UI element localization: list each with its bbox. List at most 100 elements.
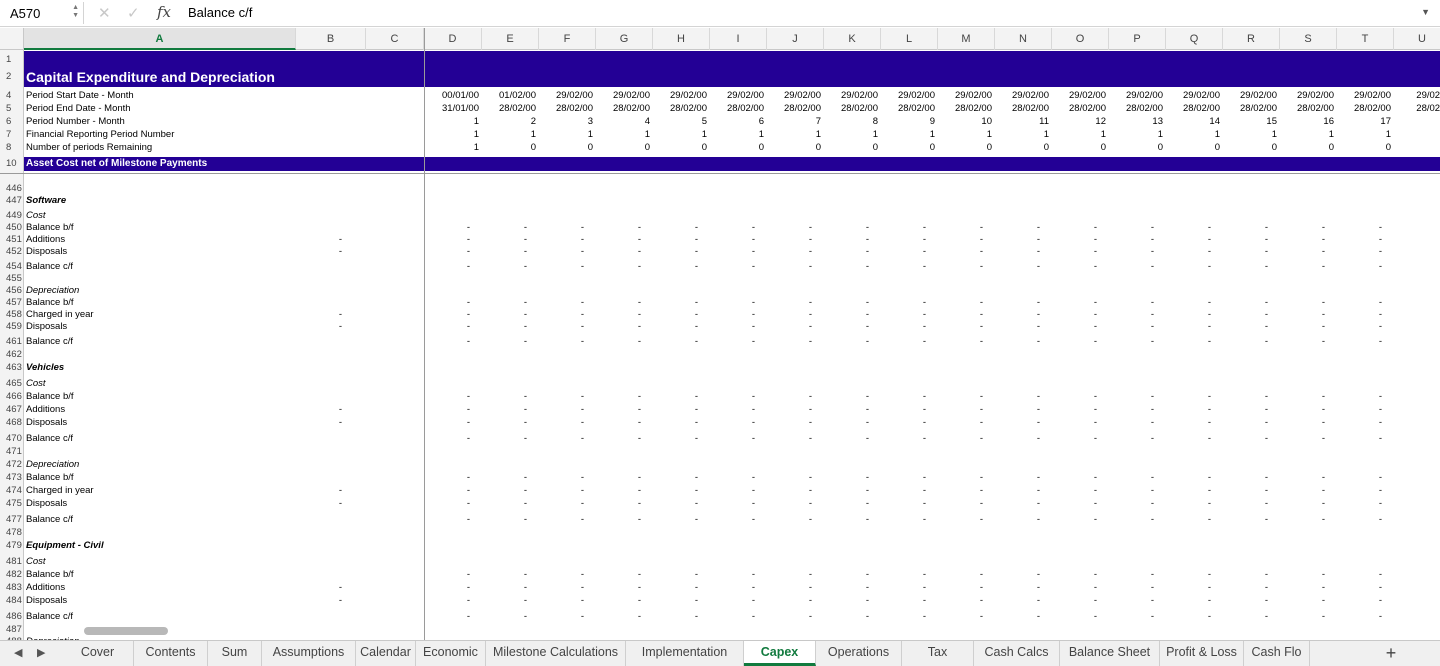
row-header-462[interactable]: 462: [0, 349, 24, 360]
row-header-1[interactable]: 1: [0, 54, 24, 65]
function-icon[interactable]: fx: [157, 3, 171, 21]
column-header-f[interactable]: F: [539, 28, 596, 50]
cell-value: -: [466, 336, 470, 347]
column-header-h[interactable]: H: [653, 28, 710, 50]
row-header-452[interactable]: 452: [0, 246, 24, 257]
row-label: Depreciation: [26, 285, 80, 296]
sheet-tab-cash-flo[interactable]: Cash Flo: [1244, 641, 1310, 666]
horizontal-scrollbar[interactable]: [84, 627, 168, 635]
row-header-8[interactable]: 8: [0, 142, 24, 153]
scroll-tabs-right-icon[interactable]: ▶: [37, 646, 45, 659]
name-box-spinner-icon[interactable]: ▲ ▼: [72, 4, 79, 20]
column-header-t[interactable]: T: [1337, 28, 1394, 50]
add-sheet-icon[interactable]: +: [1378, 641, 1404, 666]
row-header-5[interactable]: 5: [0, 103, 24, 114]
row-header-481[interactable]: 481: [0, 556, 24, 567]
column-header-u[interactable]: U: [1394, 28, 1440, 50]
row-header-451[interactable]: 451: [0, 234, 24, 245]
select-all-corner[interactable]: [0, 28, 24, 50]
row-header-465[interactable]: 465: [0, 378, 24, 389]
row-header-484[interactable]: 484: [0, 595, 24, 606]
row-header-446[interactable]: 446: [0, 183, 24, 194]
column-header-q[interactable]: Q: [1166, 28, 1223, 50]
row-header-478[interactable]: 478: [0, 527, 24, 538]
cell-value: -: [637, 472, 641, 483]
row-header-483[interactable]: 483: [0, 582, 24, 593]
row-header-447[interactable]: 447: [0, 195, 24, 206]
sheet-tab-calendar[interactable]: Calendar: [356, 641, 416, 666]
sheet-tab-balance-sheet[interactable]: Balance Sheet: [1060, 641, 1160, 666]
row-header-470[interactable]: 470: [0, 433, 24, 444]
row-header-487[interactable]: 487: [0, 624, 24, 635]
column-header-s[interactable]: S: [1280, 28, 1337, 50]
cell-value: -: [979, 514, 983, 525]
row-header-468[interactable]: 468: [0, 417, 24, 428]
sheet-tab-profit-loss[interactable]: Profit & Loss: [1160, 641, 1244, 666]
periods-remaining: 0: [929, 142, 935, 153]
row-header-10[interactable]: 10: [0, 158, 24, 169]
column-header-l[interactable]: L: [881, 28, 938, 50]
row-header-458[interactable]: 458: [0, 309, 24, 320]
column-header-m[interactable]: M: [938, 28, 995, 50]
row-header-461[interactable]: 461: [0, 336, 24, 347]
cell-value: -: [637, 498, 641, 509]
sheet-tab-cover[interactable]: Cover: [62, 641, 134, 666]
scroll-tabs-left-icon[interactable]: ◀: [14, 646, 22, 659]
sheet-tab-tax[interactable]: Tax: [902, 641, 974, 666]
row-header-449[interactable]: 449: [0, 210, 24, 221]
cancel-icon[interactable]: ✕: [98, 4, 111, 22]
row-header-6[interactable]: 6: [0, 116, 24, 127]
column-header-i[interactable]: I: [710, 28, 767, 50]
row-header-7[interactable]: 7: [0, 129, 24, 140]
column-header-j[interactable]: J: [767, 28, 824, 50]
sheet-tab-contents[interactable]: Contents: [134, 641, 208, 666]
row-header-450[interactable]: 450: [0, 222, 24, 233]
row-header-457[interactable]: 457: [0, 297, 24, 308]
expand-formula-bar-icon[interactable]: ▼: [1421, 7, 1430, 17]
column-header-b[interactable]: B: [296, 28, 366, 50]
row-header-472[interactable]: 472: [0, 459, 24, 470]
column-header-k[interactable]: K: [824, 28, 881, 50]
row-header-471[interactable]: 471: [0, 446, 24, 457]
row-header-482[interactable]: 482: [0, 569, 24, 580]
row-header-467[interactable]: 467: [0, 404, 24, 415]
column-header-n[interactable]: N: [995, 28, 1052, 50]
sheet-tab-implementation[interactable]: Implementation: [626, 641, 744, 666]
sheet-tab-milestone-calculations[interactable]: Milestone Calculations: [486, 641, 626, 666]
row-header-455[interactable]: 455: [0, 273, 24, 284]
name-box[interactable]: A570 ▲ ▼: [2, 2, 84, 24]
column-header-o[interactable]: O: [1052, 28, 1109, 50]
column-header-c[interactable]: C: [366, 28, 424, 50]
row-label: Charged in year: [26, 485, 94, 496]
column-header-p[interactable]: P: [1109, 28, 1166, 50]
column-header-e[interactable]: E: [482, 28, 539, 50]
column-header-g[interactable]: G: [596, 28, 653, 50]
row-header-486[interactable]: 486: [0, 611, 24, 622]
sheet-tab-sum[interactable]: Sum: [208, 641, 262, 666]
row-header-456[interactable]: 456: [0, 285, 24, 296]
sheet-tab-capex[interactable]: Capex: [744, 641, 816, 666]
column-header-d[interactable]: D: [424, 28, 482, 50]
row-header-454[interactable]: 454: [0, 261, 24, 272]
sheet-tab-assumptions[interactable]: Assumptions: [262, 641, 356, 666]
row-header-479[interactable]: 479: [0, 540, 24, 551]
sheet-tab-economic[interactable]: Economic: [416, 641, 486, 666]
row-header-473[interactable]: 473: [0, 472, 24, 483]
formula-input[interactable]: Balance c/f: [188, 5, 252, 20]
enter-icon[interactable]: ✓: [127, 4, 140, 22]
row-header-475[interactable]: 475: [0, 498, 24, 509]
row-header-459[interactable]: 459: [0, 321, 24, 332]
row-header-4[interactable]: 4: [0, 90, 24, 101]
column-header-r[interactable]: R: [1223, 28, 1280, 50]
row-header-474[interactable]: 474: [0, 485, 24, 496]
period-number: 6: [758, 116, 764, 127]
column-header-a[interactable]: A: [24, 28, 296, 50]
cell-value: -: [922, 611, 926, 622]
row-header-466[interactable]: 466: [0, 391, 24, 402]
cell-value: -: [751, 336, 755, 347]
sheet-tab-cash-calcs[interactable]: Cash Calcs: [974, 641, 1060, 666]
row-header-463[interactable]: 463: [0, 362, 24, 373]
row-header-477[interactable]: 477: [0, 514, 24, 525]
sheet-tab-operations[interactable]: Operations: [816, 641, 902, 666]
row-header-2[interactable]: 2: [0, 71, 24, 82]
